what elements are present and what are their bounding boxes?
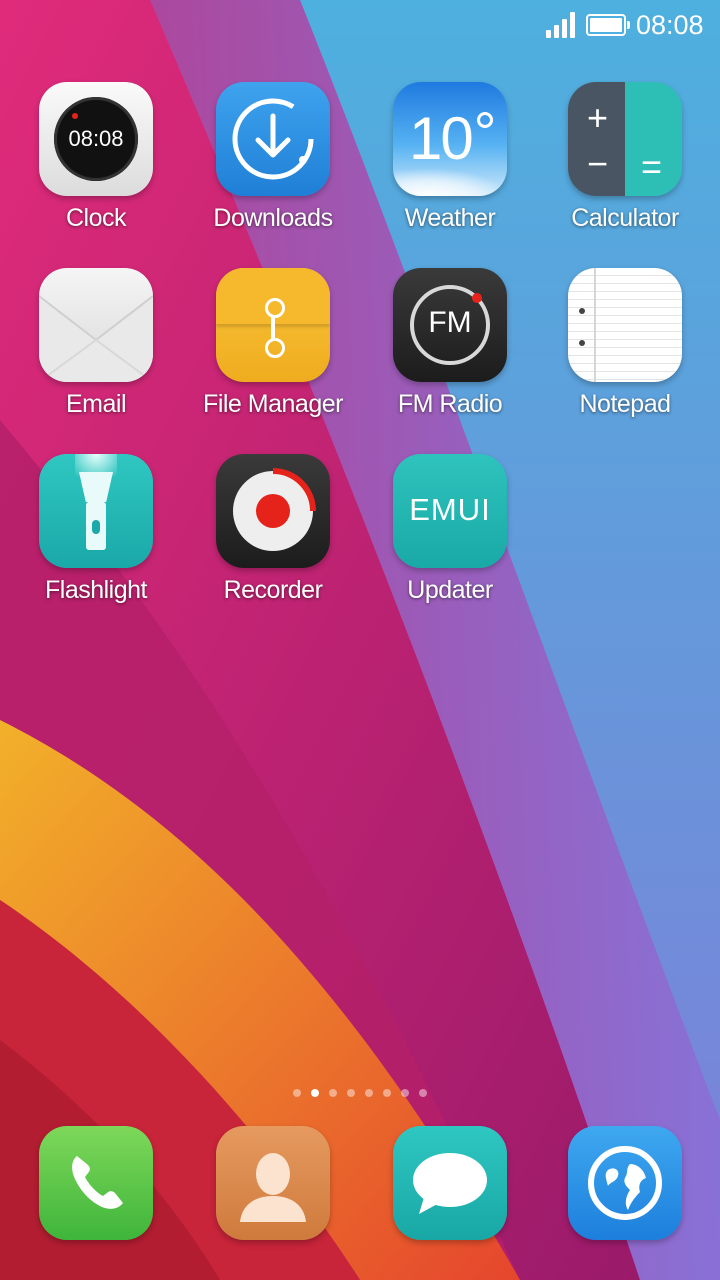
record-icon (216, 454, 330, 568)
phone-icon (39, 1126, 153, 1240)
dock-contacts[interactable] (188, 1126, 358, 1240)
radio-icon: FM (393, 268, 507, 382)
dock-phone[interactable] (11, 1126, 181, 1240)
app-label: Notepad (579, 390, 671, 418)
fm-text: FM (428, 306, 472, 339)
app-file-manager[interactable]: File Manager (188, 268, 358, 419)
download-icon (216, 82, 330, 196)
app-label: Flashlight (45, 576, 148, 604)
app-weather[interactable]: 10 Weather (365, 82, 535, 233)
app-flashlight[interactable]: Flashlight (11, 454, 181, 605)
notepad-icon (568, 268, 682, 382)
app-updater[interactable]: EMUI Updater (365, 454, 535, 605)
app-label: Downloads (213, 204, 333, 232)
app-label: FM Radio (397, 390, 503, 418)
app-fm-radio[interactable]: FM FM Radio (365, 268, 535, 419)
weather-icon: 10 (393, 82, 507, 196)
app-label: File Manager (203, 390, 343, 418)
page-indicator (0, 1084, 720, 1102)
dock-messages[interactable] (365, 1126, 535, 1240)
page-dot[interactable] (383, 1089, 391, 1097)
app-label: Calculator (571, 204, 679, 232)
folder-icon (216, 268, 330, 382)
app-label: Recorder (223, 576, 323, 604)
email-icon (39, 268, 153, 382)
app-label: Weather (404, 204, 496, 232)
app-downloads[interactable]: Downloads (188, 82, 358, 233)
page-dot[interactable] (329, 1089, 337, 1097)
flashlight-icon (39, 454, 153, 568)
app-clock[interactable]: 08:08 Clock (11, 82, 181, 233)
emui-text: EMUI (409, 492, 491, 527)
contact-icon (216, 1126, 330, 1240)
globe-icon (568, 1126, 682, 1240)
app-calculator[interactable]: + − = Calculator (540, 82, 710, 233)
app-notepad[interactable]: Notepad (540, 268, 710, 419)
battery-icon (586, 14, 630, 36)
app-label: Updater (407, 576, 493, 604)
status-bar: 08:08 (0, 0, 720, 52)
app-email[interactable]: Email (11, 268, 181, 419)
page-dot[interactable] (347, 1089, 355, 1097)
message-icon (393, 1126, 507, 1240)
page-dot[interactable] (293, 1089, 301, 1097)
weather-temp: 10 (409, 105, 474, 172)
clock-icon: 08:08 (39, 82, 153, 196)
page-dot[interactable] (401, 1089, 409, 1097)
page-dot-active[interactable] (311, 1089, 319, 1097)
page-dot[interactable] (365, 1089, 373, 1097)
signal-icon (546, 12, 576, 38)
app-label: Clock (65, 204, 127, 232)
status-time: 08:08 (636, 10, 704, 40)
app-recorder[interactable]: Recorder (188, 454, 358, 605)
calculator-icon: + − = (568, 82, 682, 196)
dock (0, 1126, 720, 1240)
app-label: Email (65, 390, 127, 418)
page-dot[interactable] (419, 1089, 427, 1097)
clock-face-time: 08:08 (68, 126, 124, 151)
emui-icon: EMUI (393, 454, 507, 568)
dock-browser[interactable] (540, 1126, 710, 1240)
